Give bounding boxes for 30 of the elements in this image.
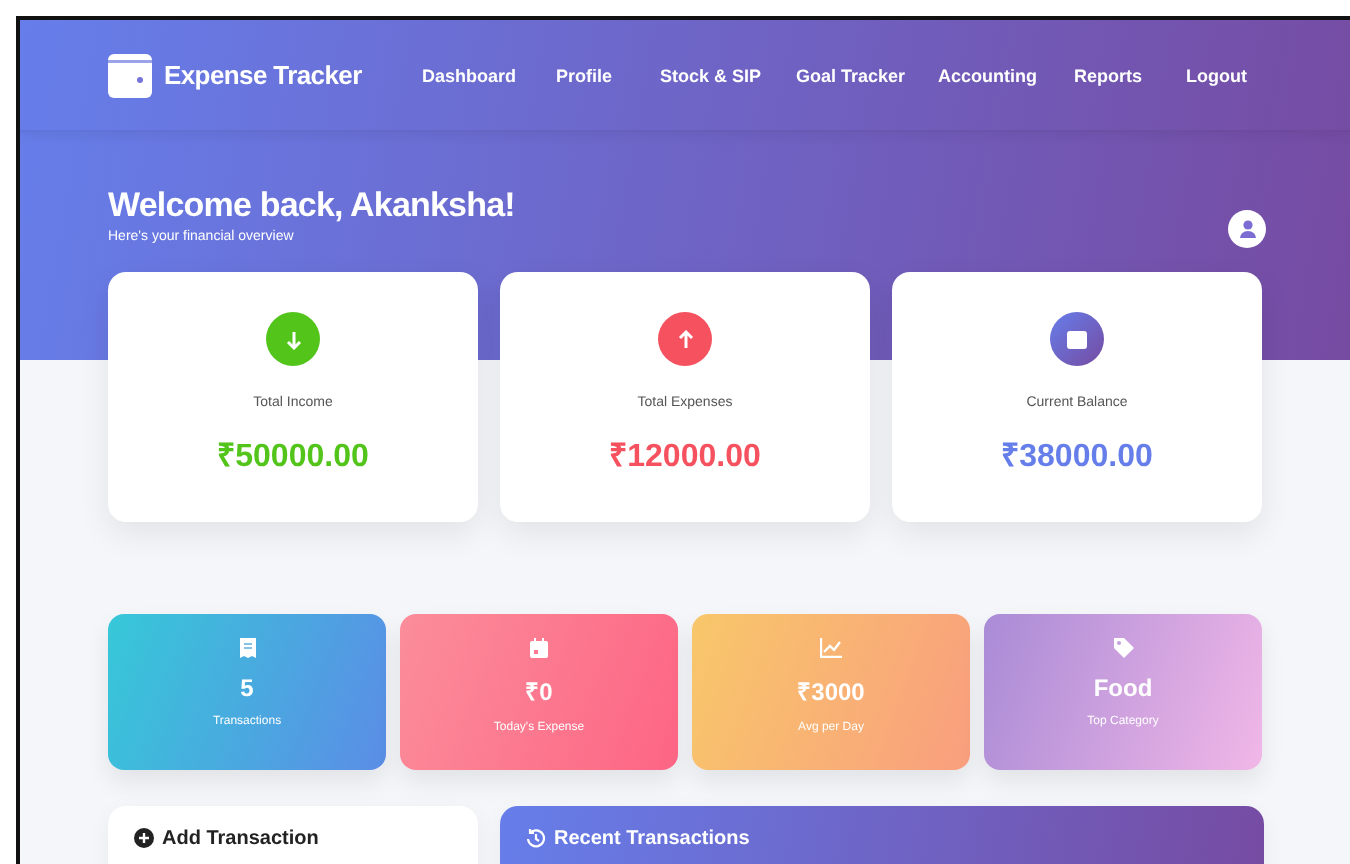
receipt-icon xyxy=(239,638,255,658)
tag-icon xyxy=(1113,638,1133,658)
stat-value: ₹3000 xyxy=(797,676,865,708)
plus-circle-icon xyxy=(134,828,154,848)
stat-value: ₹0 xyxy=(525,676,553,708)
user-avatar[interactable] xyxy=(1228,210,1266,248)
nav-link[interactable]: Reports xyxy=(1074,65,1186,85)
line-chart-icon xyxy=(820,638,842,658)
summary-amount: ₹50000.00 xyxy=(217,438,369,476)
brand-title: Expense Tracker xyxy=(164,60,362,90)
panel-title: Recent Transactions xyxy=(554,827,750,849)
stat-value: 5 xyxy=(240,674,254,702)
stat-value: Food xyxy=(1093,674,1153,702)
nav-link[interactable]: Accounting xyxy=(938,65,1074,85)
nav-link[interactable]: Profile xyxy=(556,65,660,85)
welcome-heading: Welcome back, Akanksha! xyxy=(108,186,515,226)
up-arrow-icon xyxy=(675,329,695,349)
user-icon xyxy=(1239,220,1255,238)
summary-amount: ₹38000.00 xyxy=(1001,438,1153,476)
wallet-icon xyxy=(108,53,152,97)
summary-amount: ₹12000.00 xyxy=(609,438,761,476)
down-arrow-icon xyxy=(283,329,303,349)
panel-title: Add Transaction xyxy=(162,827,319,849)
history-icon xyxy=(526,828,546,848)
wallet-icon xyxy=(1066,329,1088,349)
nav-link[interactable]: Goal Tracker xyxy=(796,65,938,85)
nav-link[interactable]: Dashboard xyxy=(422,65,556,85)
nav-link[interactable]: Stock & SIP xyxy=(660,65,796,85)
nav-link[interactable]: Logout xyxy=(1186,65,1266,85)
calendar-icon xyxy=(530,638,548,658)
